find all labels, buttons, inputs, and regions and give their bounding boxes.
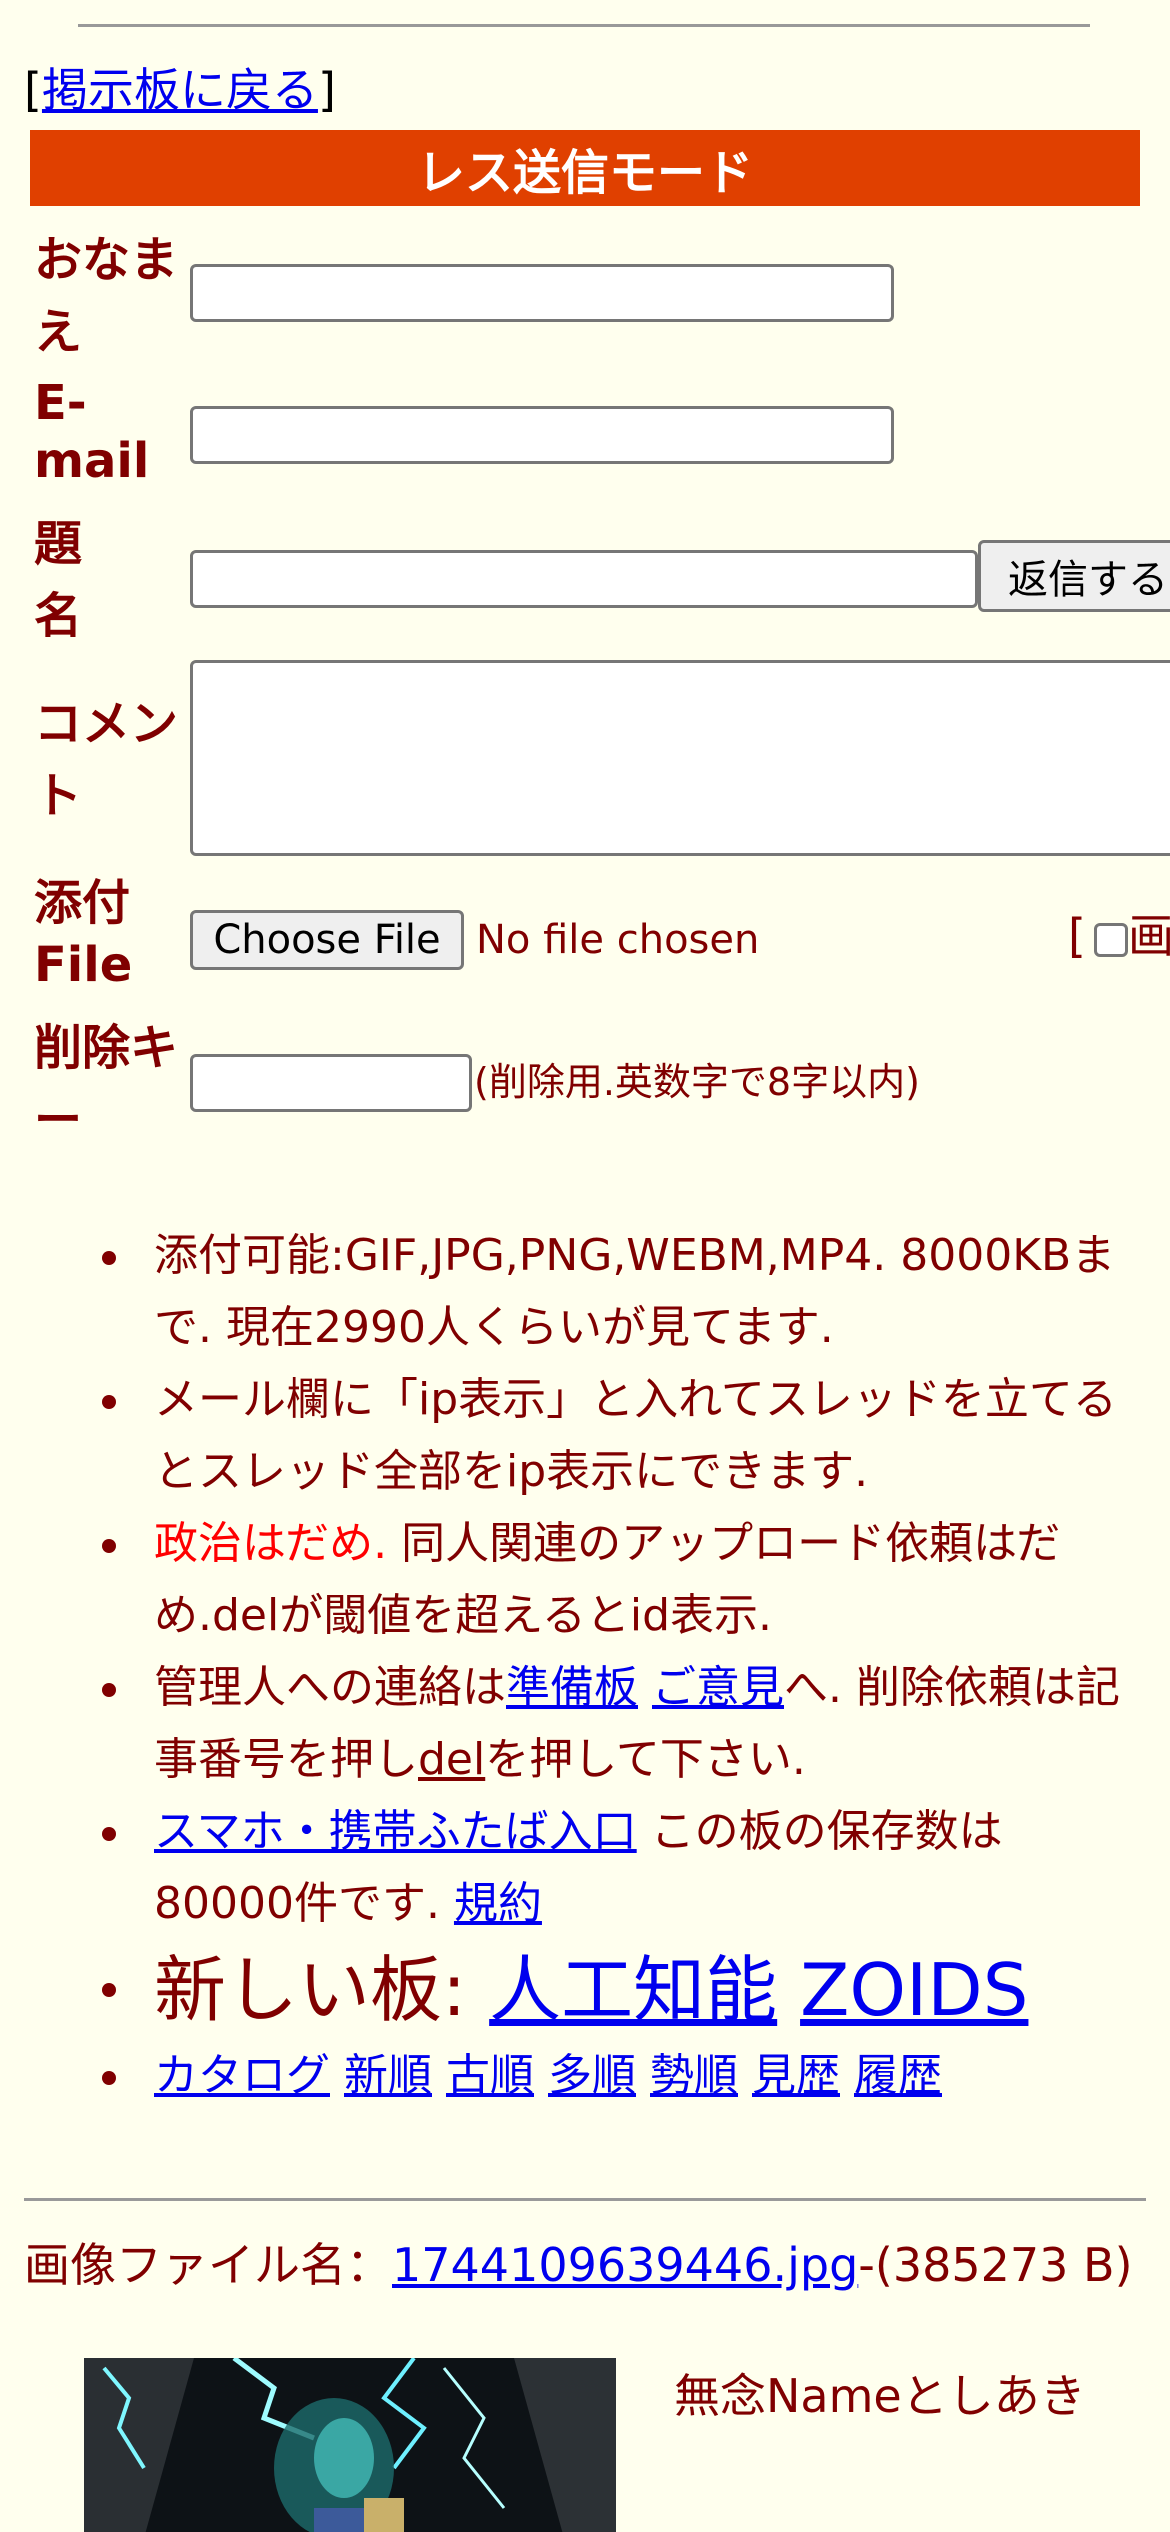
- name-label: おなま え: [34, 224, 178, 368]
- poster-name: 無念Nameとしあき: [674, 2369, 1086, 2423]
- post-history-link[interactable]: 履歴: [854, 2050, 942, 2101]
- comment-label-line2: ト: [34, 768, 83, 824]
- name-input[interactable]: [190, 264, 894, 322]
- thread-divider: [24, 2198, 1146, 2201]
- back-bracket-open: [: [24, 63, 42, 117]
- top-divider: [78, 24, 1090, 27]
- note-attachments: 添付可能:GIF,JPG,PNG,WEBM,MP4. 8000KBまで. 現在2…: [0, 1220, 1170, 1364]
- note-contact-text-c: を押して下さい.: [485, 1734, 806, 1785]
- email-label: E- mail: [34, 374, 149, 490]
- sort-momentum-link[interactable]: 勢順: [650, 2050, 738, 2101]
- note-contact: 管理人への連絡は準備板 ご意見へ. 削除依頼は記事番号を押しdelを押して下さい…: [0, 1652, 1170, 1796]
- comment-textarea[interactable]: [190, 660, 1170, 856]
- image-file-link[interactable]: 1744109639446.jpg: [392, 2238, 858, 2292]
- ai-board-link[interactable]: 人工知能: [489, 1948, 777, 2032]
- note-rules: 政治はだめ. 同人関連のアップロード依頼はだめ.delが閾値を超えるとid表示.: [0, 1508, 1170, 1652]
- back-bracket-close: ]: [317, 63, 336, 117]
- name-label-line2: え: [34, 304, 83, 360]
- viewed-history-link[interactable]: 見歴: [752, 2050, 840, 2101]
- image-toggle-text: 画: [1127, 909, 1170, 963]
- subject-label-line2: 名: [34, 588, 83, 644]
- thumbnail-image: [84, 2358, 616, 2532]
- comment-label: コメン ト: [34, 688, 178, 832]
- thread-thumbnail[interactable]: [84, 2358, 616, 2532]
- delete-key-label-line1: 削除キ: [34, 1020, 179, 1076]
- zoids-board-link[interactable]: ZOIDS: [800, 1948, 1028, 2032]
- no-file-chosen-text: No file chosen: [476, 917, 760, 963]
- subject-label: 題 名: [34, 508, 82, 652]
- sort-oldest-link[interactable]: 古順: [446, 2050, 534, 2101]
- image-toggle-bracket: [: [1068, 909, 1086, 963]
- prep-board-link[interactable]: 準備板: [506, 1662, 638, 1713]
- note-new-boards: 新しい板: 人工知能 ZOIDS: [0, 1940, 1170, 2040]
- delete-key-label: 削除キ ー: [34, 1012, 178, 1156]
- note-contact-text-a: 管理人への連絡は: [154, 1662, 506, 1713]
- reply-submit-button[interactable]: 返信する: [978, 540, 1170, 612]
- delete-key-label-line2: ー: [34, 1092, 83, 1148]
- sort-most-replies-link[interactable]: 多順: [548, 2050, 636, 2101]
- terms-link[interactable]: 規約: [454, 1878, 542, 1929]
- page: [掲示板に戻る] レス送信モード おなま え E- mail 題 名 返信する …: [0, 0, 1170, 2532]
- file-label-line2: File: [34, 937, 133, 993]
- file-label-line1: 添付: [34, 875, 131, 931]
- note-politics-warning: 政治はだめ.: [154, 1518, 388, 1569]
- sort-newest-link[interactable]: 新順: [344, 2050, 432, 2101]
- email-label-line1: E-: [34, 375, 87, 431]
- note-attachments-text: 添付可能:GIF,JPG,PNG,WEBM,MP4. 8000KBまで. 現在2…: [154, 1230, 1116, 1353]
- back-to-board-link[interactable]: 掲示板に戻る: [42, 63, 318, 117]
- email-input[interactable]: [190, 406, 894, 464]
- delete-key-input[interactable]: [190, 1054, 472, 1112]
- reply-mode-banner: レス送信モード: [30, 130, 1140, 206]
- subject-label-line1: 題: [34, 516, 83, 572]
- mobile-entrance-link[interactable]: スマホ・携帯ふたば入口: [154, 1806, 637, 1857]
- note-ip-display-text: メール欄に「ip表示」と入れてスレッドを立てるとスレッド全部をip表示にできます…: [154, 1374, 1117, 1497]
- new-boards-label: 新しい板:: [154, 1948, 490, 2032]
- note-sort-links: カタログ 新順 古順 多順 勢順 見歴 履歴: [0, 2040, 1170, 2112]
- email-label-line2: mail: [34, 433, 150, 489]
- catalog-link[interactable]: カタログ: [154, 2050, 330, 2101]
- choose-file-button[interactable]: Choose File: [190, 910, 464, 970]
- subject-input[interactable]: [190, 550, 978, 608]
- image-file-info: 画像ファイル名：1744109639446.jpg-(385273 B): [24, 2236, 1154, 2294]
- image-toggle-checkbox[interactable]: [1093, 922, 1128, 957]
- note-ip-display: メール欄に「ip表示」と入れてスレッドを立てるとスレッド全部をip表示にできます…: [0, 1364, 1170, 1508]
- feedback-link[interactable]: ご意見: [652, 1662, 784, 1713]
- file-label: 添付 File: [34, 872, 132, 996]
- comment-label-line1: コメン: [34, 696, 179, 752]
- image-toggle: [画: [1068, 906, 1170, 966]
- back-to-board: [掲示板に戻る]: [24, 60, 336, 120]
- del-link[interactable]: del: [418, 1734, 485, 1785]
- image-file-label: 画像ファイル名：: [24, 2238, 392, 2292]
- delete-key-hint: (削除用.英数字で8字以内): [474, 1060, 920, 1104]
- note-mobile: スマホ・携帯ふたば入口 この板の保存数は80000件です. 規約: [0, 1796, 1170, 1940]
- name-label-line1: おなま: [34, 232, 179, 288]
- image-file-size: -(385273 B): [858, 2238, 1133, 2292]
- board-notes: 添付可能:GIF,JPG,PNG,WEBM,MP4. 8000KBまで. 現在2…: [0, 1220, 1170, 2112]
